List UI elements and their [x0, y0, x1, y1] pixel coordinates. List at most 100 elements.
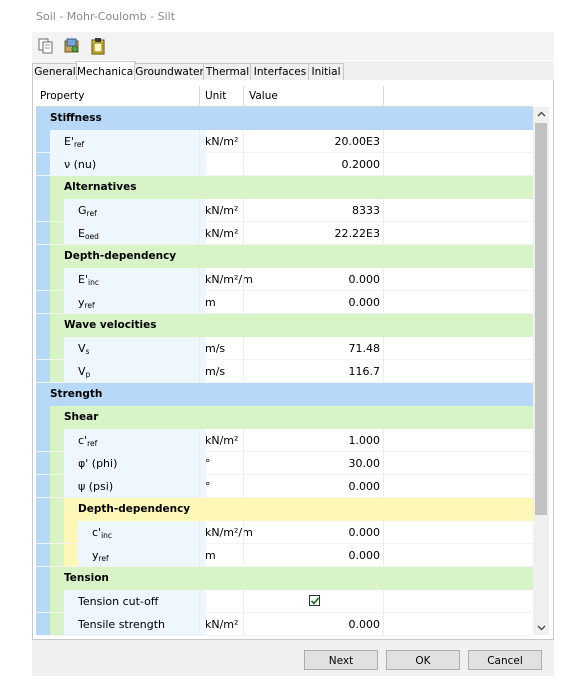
tab-thermal[interactable]: Thermal	[203, 63, 252, 81]
tab-mechanical[interactable]: Mechanical	[76, 61, 136, 82]
vertical-scrollbar[interactable]	[533, 107, 549, 635]
property-row[interactable]: Vp m/s 116.7	[36, 360, 533, 383]
property-label: c'inc	[92, 521, 112, 544]
property-label: E'inc	[78, 268, 99, 291]
value-cell[interactable]: 0.000	[247, 521, 381, 544]
header-value[interactable]: Value	[249, 90, 278, 102]
section-header[interactable]: Depth-dependency	[36, 498, 533, 521]
unit-cell: kN/m²	[205, 434, 239, 447]
scroll-up-icon[interactable]	[533, 107, 549, 121]
property-symbol: V	[78, 365, 86, 378]
value-cell[interactable]: 0.000	[247, 475, 381, 498]
value-cell[interactable]: 0.000	[247, 544, 381, 567]
property-row[interactable]: Vs m/s 71.48	[36, 337, 533, 360]
load-icon[interactable]	[62, 36, 82, 56]
header-property[interactable]: Property	[40, 90, 84, 102]
scroll-down-icon[interactable]	[533, 621, 549, 635]
section-title: Strength	[50, 388, 103, 400]
unit-cell: kN/m²	[205, 204, 239, 217]
property-label: Vs	[78, 337, 89, 360]
property-label: yref	[92, 544, 109, 567]
section-title: Depth-dependency	[78, 503, 191, 515]
property-subscript: ref	[87, 439, 98, 448]
value-cell[interactable]: 8333	[247, 199, 380, 222]
clipboard-icon[interactable]	[88, 36, 108, 56]
unit-cell: m/s	[205, 365, 226, 378]
value-cell[interactable]: 30.00	[247, 452, 381, 475]
property-row[interactable]: E'ref kN/m² 20.00E3	[36, 130, 533, 153]
tension-cutoff-checkbox[interactable]	[309, 595, 320, 606]
property-symbol: c'	[78, 434, 88, 447]
property-label: Tensile strength	[78, 613, 165, 636]
section-header[interactable]: Strength	[36, 383, 533, 406]
property-label: c'ref	[78, 429, 97, 452]
property-label: Tension cut-off	[78, 590, 158, 613]
property-row[interactable]: Tensile strength kN/m² 0.000	[36, 613, 533, 636]
section-header[interactable]: Depth-dependency	[36, 245, 533, 268]
ok-button[interactable]: OK	[386, 650, 460, 670]
property-symbol: E'	[78, 273, 88, 286]
value-cell[interactable]: 0.000	[247, 291, 381, 314]
property-row[interactable]: E'inc kN/m²/m 0.000	[36, 268, 533, 291]
section-header[interactable]: Stiffness	[36, 107, 533, 130]
section-header[interactable]: Tension	[36, 567, 533, 590]
value-cell[interactable]: 0.000	[247, 268, 381, 291]
grid-rows: Stiffness E' ref kN/m² 20.00E3 ν (nu) 0.2000 Al…	[36, 107, 533, 636]
property-row[interactable]: Eoed kN/m² 22.22E3	[36, 222, 533, 245]
unit-cell: kN/m²/m	[205, 273, 253, 286]
property-row[interactable]: φ' (phi) ° 30.00	[36, 452, 533, 475]
header-unit[interactable]: Unit	[205, 90, 226, 102]
property-symbol: E'	[64, 135, 74, 148]
property-symbol: Tensile strength	[78, 618, 166, 631]
unit-cell: m	[205, 549, 216, 562]
section-title: Shear	[64, 411, 99, 423]
property-subscript: inc	[101, 531, 113, 540]
property-row[interactable]: c'ref kN/m² 1.000	[36, 429, 533, 452]
tab-general[interactable]: General	[32, 63, 78, 81]
section-title: Tension	[64, 572, 109, 584]
property-subscript: ref	[84, 301, 95, 310]
unit-cell: kN/m²	[205, 618, 239, 631]
unit-cell: kN/m²	[205, 135, 239, 148]
grid-header: Property Unit Value	[36, 86, 533, 107]
property-subscript: p	[85, 370, 91, 379]
value-cell[interactable]: 116.7	[247, 360, 381, 383]
section-header[interactable]: Shear	[36, 406, 533, 429]
tab-groundwater[interactable]: Groundwater	[134, 63, 205, 81]
property-symbol: c'	[92, 526, 102, 539]
section-title: Wave velocities	[64, 319, 157, 331]
unit-cell: °	[205, 480, 211, 493]
cancel-button[interactable]: Cancel	[468, 650, 542, 670]
section-header[interactable]: Wave velocities	[36, 314, 533, 337]
value-cell[interactable]: 20.00E3	[247, 130, 380, 153]
property-row[interactable]: ν (nu) 0.2000	[36, 153, 533, 176]
unit-cell: m	[205, 296, 216, 309]
property-row[interactable]: Gref kN/m² 8333	[36, 199, 533, 222]
unit-cell: kN/m²	[205, 227, 239, 240]
property-symbol: V	[78, 342, 86, 355]
property-row[interactable]: Tension cut-off	[36, 590, 533, 613]
next-button[interactable]: Next	[304, 650, 378, 670]
property-row[interactable]: ψ (psi) ° 0.000	[36, 475, 533, 498]
value-cell[interactable]: 0.2000	[247, 153, 381, 176]
value-cell[interactable]: 1.000	[247, 429, 381, 452]
tab-strip: General Mechanical Groundwater Thermal I…	[32, 61, 554, 82]
tab-initial[interactable]: Initial	[308, 63, 344, 81]
property-row[interactable]: yref m 0.000	[36, 544, 533, 567]
property-symbol: φ' (phi)	[78, 457, 118, 470]
property-label: ν (nu)	[64, 153, 96, 176]
section-title: Alternatives	[64, 181, 137, 193]
value-cell[interactable]: 0.000	[247, 613, 381, 636]
unit-cell: kN/m²/m	[205, 526, 253, 539]
tab-interfaces[interactable]: Interfaces	[250, 63, 310, 81]
copy-icon[interactable]	[36, 36, 56, 56]
property-row[interactable]: c'inc kN/m²/m 0.000	[36, 521, 533, 544]
property-row[interactable]: yref m 0.000	[36, 291, 533, 314]
checkmark-icon	[310, 597, 320, 605]
value-cell[interactable]: 71.48	[247, 337, 381, 360]
section-header[interactable]: Alternatives	[36, 176, 533, 199]
scrollbar-thumb[interactable]	[535, 123, 547, 515]
property-symbol: G	[78, 204, 87, 217]
value-cell[interactable]: 22.22E3	[247, 222, 380, 245]
property-label: yref	[78, 291, 95, 314]
